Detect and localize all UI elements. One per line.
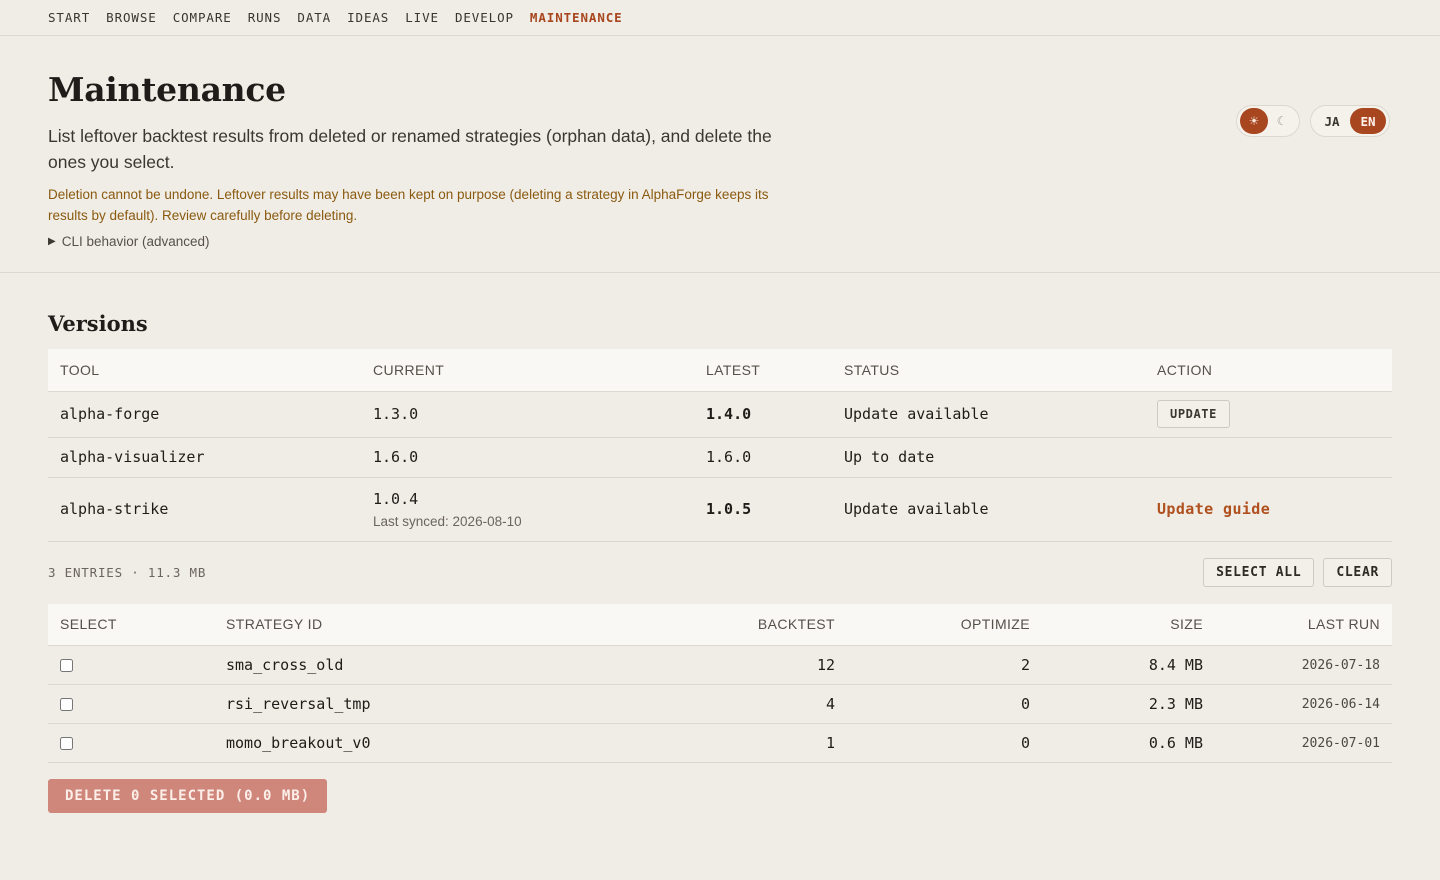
col-last-run: LAST RUN [1215,603,1392,646]
select-cell [48,723,214,763]
nav-browse[interactable]: BROWSE [106,10,157,25]
row-checkbox[interactable] [60,698,73,711]
entries-toolbar: 3 ENTRIES · 11.3 MB SELECT ALL CLEAR [48,542,1392,604]
nav-ideas[interactable]: IDEAS [347,10,389,25]
backtest-count: 4 [547,684,847,724]
entries-summary: 3 ENTRIES · 11.3 MB [48,565,207,580]
nav-compare[interactable]: COMPARE [173,10,232,25]
tool-name: alpha-strike [48,477,361,542]
last-synced: Last synced: 2026-08-10 [373,513,522,529]
cli-behavior-label: CLI behavior (advanced) [61,234,210,249]
version-status: Update available [832,477,1145,542]
moon-icon[interactable]: ☾ [1268,108,1296,134]
nav-maintenance[interactable]: MAINTENANCE [530,10,623,25]
delete-selected-button[interactable]: DELETE 0 SELECTED (0.0 MB) [48,779,328,813]
current-version: 1.3.0 [361,391,694,438]
main-content: Versions TOOL CURRENT LATEST STATUS ACTI… [0,311,1440,813]
selection-buttons: SELECT ALL CLEAR [1194,558,1392,587]
nav-runs[interactable]: RUNS [248,10,282,25]
optimize-count: 0 [847,723,1042,763]
row-checkbox[interactable] [60,659,73,672]
deletion-warning: Deletion cannot be undone. Leftover resu… [48,187,769,223]
header-toggles: ☀ ☾ JA EN [1226,105,1390,137]
language-ja-button[interactable]: JA [1314,108,1350,134]
row-checkbox[interactable] [60,737,73,750]
versions-title: Versions [48,311,148,336]
entry-size: 2.3 MB [1042,684,1215,724]
version-status: Up to date [832,437,1145,478]
col-latest: LATEST [694,349,832,392]
select-cell [48,645,214,685]
nav-start[interactable]: START [48,10,90,25]
orphan-entries-table: SELECT STRATEGY ID BACKTEST OPTIMIZE SIZ… [48,603,1392,763]
col-size: SIZE [1042,603,1215,646]
col-strategy-id: STRATEGY ID [214,603,547,646]
col-select: SELECT [48,603,214,646]
update-guide-link[interactable]: Update guide [1157,500,1270,518]
col-status: STATUS [832,349,1145,392]
entry-size: 0.6 MB [1042,723,1215,763]
tool-name: alpha-forge [48,391,361,438]
top-nav: START BROWSE COMPARE RUNS DATA IDEAS LIV… [0,0,1440,36]
col-backtest: BACKTEST [547,603,847,646]
language-en-button[interactable]: EN [1350,108,1386,134]
optimize-count: 0 [847,684,1042,724]
table-row: sma_cross_old 12 2 8.4 MB 2026-07-18 [48,645,1392,685]
current-version: 1.0.4 [373,489,419,508]
nav-develop[interactable]: DEVELOP [455,10,514,25]
version-status: Update available [832,391,1145,438]
latest-version: 1.0.5 [694,477,832,542]
theme-toggle: ☀ ☾ [1236,105,1300,137]
entry-size: 8.4 MB [1042,645,1215,685]
update-button[interactable]: UPDATE [1157,400,1230,428]
last-run-date: 2026-06-14 [1215,684,1392,724]
col-tool: TOOL [48,349,361,392]
entries-header-row: SELECT STRATEGY ID BACKTEST OPTIMIZE SIZ… [48,603,1392,646]
language-toggle: JA EN [1310,105,1390,137]
table-row: momo_breakout_v0 1 0 0.6 MB 2026-07-01 [48,723,1392,763]
table-row: alpha-strike 1.0.4 Last synced: 2026-08-… [48,477,1392,542]
current-version-cell: 1.0.4 Last synced: 2026-08-10 [361,477,694,542]
current-version: 1.6.0 [361,437,694,478]
col-optimize: OPTIMIZE [847,603,1042,646]
table-row: alpha-forge 1.3.0 1.4.0 Update available… [48,391,1392,438]
strategy-id: momo_breakout_v0 [214,723,547,763]
nav-live[interactable]: LIVE [405,10,439,25]
strategy-id: sma_cross_old [214,645,547,685]
latest-version: 1.6.0 [694,437,832,478]
action-cell: Update guide [1145,477,1392,542]
tool-name: alpha-visualizer [48,437,361,478]
optimize-count: 2 [847,645,1042,685]
action-cell: UPDATE [1145,391,1392,438]
versions-header-row: TOOL CURRENT LATEST STATUS ACTION [48,349,1392,392]
clear-button[interactable]: CLEAR [1323,558,1392,587]
page-description: List leftover backtest results from dele… [48,126,772,172]
page-title: Maintenance [48,70,286,109]
select-all-button[interactable]: SELECT ALL [1203,558,1315,587]
select-cell [48,684,214,724]
table-row: rsi_reversal_tmp 4 0 2.3 MB 2026-06-14 [48,684,1392,724]
col-current: CURRENT [361,349,694,392]
last-run-date: 2026-07-01 [1215,723,1392,763]
last-run-date: 2026-07-18 [1215,645,1392,685]
strategy-id: rsi_reversal_tmp [214,684,547,724]
disclosure-triangle-icon: ▶ [48,236,56,247]
versions-table: TOOL CURRENT LATEST STATUS ACTION alpha-… [48,349,1392,542]
cli-behavior-disclosure[interactable]: ▶ CLI behavior (advanced) [48,234,1392,249]
latest-version: 1.4.0 [694,391,832,438]
backtest-count: 1 [547,723,847,763]
table-row: alpha-visualizer 1.6.0 1.6.0 Up to date [48,437,1392,478]
backtest-count: 12 [547,645,847,685]
sun-icon[interactable]: ☀ [1240,108,1268,134]
col-action: ACTION [1145,349,1392,392]
nav-data[interactable]: DATA [297,10,331,25]
action-cell [1145,437,1392,478]
page-header: Maintenance List leftover backtest resul… [0,36,1440,273]
